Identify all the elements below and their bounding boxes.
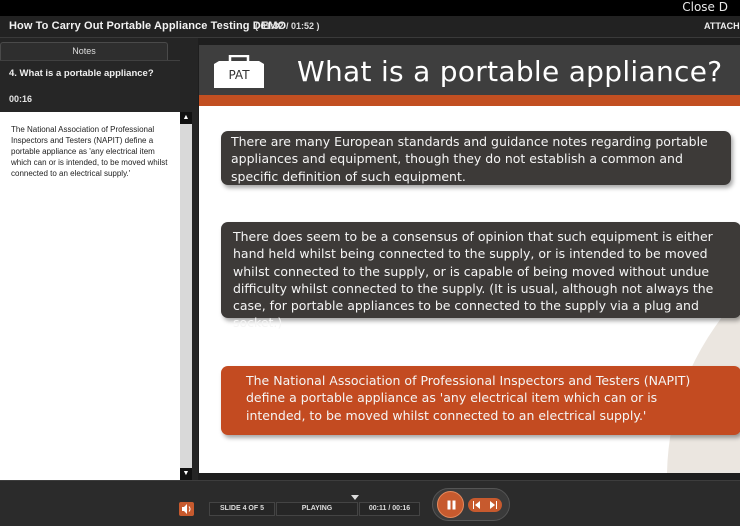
slide-heading: 4. What is a portable appliance? <box>9 68 154 79</box>
slide-counter: SLIDE 4 OF 5 <box>209 502 275 516</box>
close-link[interactable]: Close D <box>682 0 728 15</box>
course-timecode: ( 01:32 / 01:52 ) <box>255 21 320 31</box>
slide-duration: 00:16 <box>9 94 33 104</box>
notes-scrollbar[interactable]: ▲ ▼ <box>180 112 192 480</box>
slide-time: 00:11 / 00:16 <box>359 502 420 516</box>
previous-icon[interactable] <box>471 500 483 510</box>
slide-nav-buttons <box>468 498 502 512</box>
next-icon[interactable] <box>487 500 499 510</box>
current-slide-info: 4. What is a portable appliance? 00:16 <box>0 60 180 112</box>
callout-consensus: There does seem to be a consensus of opi… <box>221 222 740 330</box>
course-title: How To Carry Out Portable Appliance Test… <box>9 20 287 32</box>
tab-notes[interactable]: Notes <box>0 42 168 60</box>
progress-marker-icon[interactable] <box>351 495 359 501</box>
callout-standards: There are many European standards and gu… <box>221 131 731 185</box>
sidebar: Notes 4. What is a portable appliance? 0… <box>0 38 198 480</box>
attachments-button[interactable]: ATTACHM <box>704 21 740 31</box>
playback-status: PLAYING <box>276 502 358 516</box>
slide-title: What is a portable appliance? <box>297 55 723 88</box>
player-controls: SLIDE 4 OF 5 PLAYING 00:11 / 00:16 <box>0 480 740 526</box>
slide-header: PAT What is a portable appliance? <box>199 45 740 95</box>
title-bar: How To Carry Out Portable Appliance Test… <box>0 16 740 38</box>
volume-icon[interactable] <box>179 502 194 516</box>
pause-icon[interactable] <box>437 491 464 518</box>
callout-napit-definition: The National Association of Professional… <box>221 366 740 435</box>
close-bar: Close D <box>0 0 740 16</box>
scroll-up-icon[interactable]: ▲ <box>180 112 192 124</box>
toolbox-label: PAT <box>228 68 250 82</box>
notes-panel: The National Association of Professional… <box>0 112 180 480</box>
toolbox-icon: PAT <box>213 54 265 89</box>
scroll-down-icon[interactable]: ▼ <box>180 468 192 480</box>
notes-text: The National Association of Professional… <box>11 125 168 178</box>
header-accent-bar <box>199 95 740 106</box>
slide-canvas: PAT What is a portable appliance? There … <box>199 45 740 473</box>
